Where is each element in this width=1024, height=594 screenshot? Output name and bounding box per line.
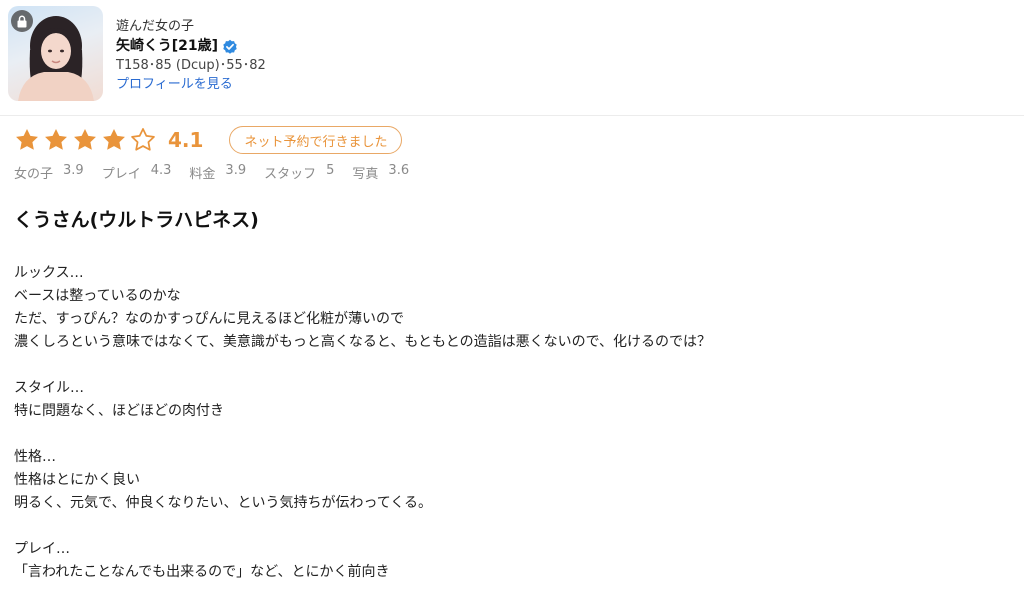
- sub-rating-value: 3.9: [63, 163, 84, 178]
- review-line: ただ、すっぴん？なのかすっぴんに見えるほど化粧が薄いので: [14, 311, 405, 327]
- review-line: ベースは整っているのかな: [14, 288, 181, 304]
- girl-name[interactable]: 矢崎くう[21歳]: [116, 37, 218, 56]
- review-line: 性格…: [14, 449, 56, 465]
- sub-rating-value: 5: [326, 163, 335, 178]
- review-title: くうさん(ウルトラハピネス): [14, 209, 259, 231]
- sub-rating-item: プレイ 4.3: [102, 163, 172, 182]
- rating-row: 4.1 ネット予約で行きました: [14, 126, 403, 154]
- review-line: 「言われたことなんでも出来るので」など、とにかく前向き: [14, 564, 390, 580]
- review-line: 性格はとにかく良い: [14, 472, 140, 488]
- sub-rating-item: 料金 3.9: [189, 163, 246, 182]
- sub-rating-item: 女の子 3.9: [14, 163, 84, 182]
- sub-rating-value: 4.3: [150, 163, 172, 178]
- star-filled-icon: [16, 128, 38, 150]
- review-line: プレイ…: [14, 541, 70, 557]
- girl-name-row: 矢崎くう[21歳]: [116, 37, 266, 56]
- sub-rating-value: 3.9: [225, 163, 247, 178]
- review-line: 明るく、元気で、仲良くなりたい、という気持ちが伝わってくる。: [14, 495, 433, 511]
- sub-rating-value: 3.6: [388, 163, 410, 178]
- star-filled-icon: [45, 128, 67, 150]
- review-line: スタイル…: [14, 380, 84, 396]
- sub-rating-label: 女の子: [14, 167, 54, 182]
- sub-rating-item: スタッフ 5: [264, 163, 334, 182]
- review-header: 遊んだ女の子 矢崎くう[21歳] T158･85 (Dcup)･55･82 プロ…: [0, 0, 1024, 116]
- sub-rating-item: 写真 3.6: [352, 163, 409, 182]
- sub-ratings: 女の子 3.9 プレイ 4.3 料金 3.9 スタッフ 5 写真 3.6: [14, 163, 427, 182]
- sub-rating-label: プレイ: [101, 167, 141, 182]
- lock-icon: [11, 10, 33, 32]
- sub-rating-label: 写真: [352, 167, 379, 182]
- sub-rating-label: スタッフ: [264, 167, 317, 182]
- girl-info: 遊んだ女の子 矢崎くう[21歳] T158･85 (Dcup)･55･82 プロ…: [116, 17, 266, 94]
- review-line: 濃くしろという意味ではなくて、美意識がもっと高くなると、もともとの造詣は悪くない…: [14, 334, 712, 350]
- sub-rating-label: 料金: [189, 167, 216, 182]
- review-body: ルックス… ベースは整っているのかなただ、すっぴん？なのかすっぴんに見えるほど化粧…: [14, 262, 1004, 584]
- star-empty-icon: [131, 128, 155, 151]
- star-filled-icon: [103, 128, 125, 150]
- rating-score: 4.1: [168, 128, 204, 152]
- review-line: ルックス…: [14, 265, 84, 281]
- star-rating: [14, 127, 156, 153]
- verified-check-icon: [223, 39, 237, 54]
- body-stats: T158･85 (Dcup)･55･82: [116, 58, 266, 73]
- net-reservation-badge: ネット予約で行きました: [229, 126, 403, 154]
- star-filled-icon: [74, 128, 96, 150]
- profile-link[interactable]: プロフィールを見る: [116, 76, 266, 94]
- played-girl-label: 遊んだ女の子: [116, 19, 195, 34]
- avatar[interactable]: [8, 6, 103, 101]
- review-line: 特に問題なく、ほどほどの肉付き: [14, 403, 224, 419]
